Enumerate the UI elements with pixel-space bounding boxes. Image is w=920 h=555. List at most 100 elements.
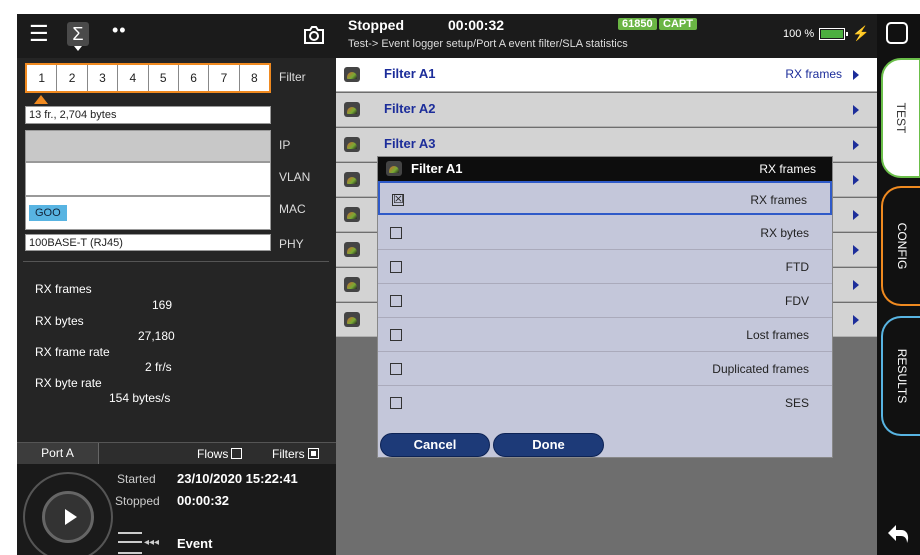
filter-tab-2[interactable]: 2: [57, 65, 88, 91]
breadcrumb: Test-> Event logger setup/Port A event f…: [348, 38, 628, 50]
tab-test[interactable]: TEST: [881, 58, 920, 178]
filter-value: RX frames: [785, 67, 842, 81]
filter-name: Filter A3: [384, 136, 436, 151]
flows-label: Flows: [197, 447, 229, 461]
option-label: Lost frames: [746, 328, 809, 342]
rx-frame-rate-value: 2 fr/s: [145, 360, 172, 374]
filter-tab-1[interactable]: 1: [27, 65, 58, 91]
more-icon[interactable]: ••: [112, 20, 127, 41]
chevron-right-icon: [853, 175, 859, 185]
elapsed-timer: 00:00:32: [448, 17, 505, 33]
option-fdv[interactable]: FDV: [378, 284, 832, 318]
mac-layer-box[interactable]: GOO: [25, 196, 271, 230]
option-ftd[interactable]: FTD: [378, 250, 832, 284]
stopped-value: 00:00:32: [177, 493, 230, 508]
option-label: SES: [784, 396, 809, 410]
checkbox[interactable]: [390, 227, 402, 239]
gauge-icon: [344, 67, 360, 82]
vlan-layer-box[interactable]: [25, 162, 271, 196]
gauge-icon: [344, 137, 360, 152]
rewind-icon: ◂◂◂: [144, 537, 160, 548]
camera-icon[interactable]: [301, 22, 327, 48]
filters-checkbox[interactable]: Filters: [272, 447, 319, 461]
ip-label: IP: [279, 138, 291, 152]
filter-name: Filter A2: [384, 101, 436, 116]
right-rail: TEST CONFIG RESULTS: [877, 14, 920, 555]
stopped-label: Stopped: [115, 494, 160, 508]
goo-tag: GOO: [29, 205, 67, 221]
tab-results[interactable]: RESULTS: [881, 316, 920, 436]
dialog-title: Filter A1: [411, 161, 463, 176]
checkbox[interactable]: [390, 295, 402, 307]
battery-percent: 100 %: [783, 28, 815, 40]
filter-tab-8[interactable]: 8: [240, 65, 269, 91]
window-icon[interactable]: [886, 22, 908, 44]
flows-box: [231, 448, 243, 459]
filter-label: Filter: [279, 70, 306, 84]
checkbox-checked[interactable]: ☒: [392, 193, 404, 206]
filter-select-dialog: Filter A1 RX frames ☒ RX frames RX bytes…: [377, 156, 833, 458]
filter-tab-3[interactable]: 3: [88, 65, 119, 91]
ip-layer-box[interactable]: [25, 130, 271, 162]
option-rx-frames[interactable]: ☒ RX frames: [378, 181, 832, 215]
filter-row-a2[interactable]: Filter A2: [336, 93, 877, 127]
phy-value: 100BASE-T (RJ45): [25, 234, 271, 251]
option-label: FTD: [785, 260, 809, 274]
capture-badge: CAPT: [659, 18, 697, 30]
gauge-icon: [386, 161, 402, 176]
filters-label: Filters: [272, 447, 305, 461]
chevron-right-icon: [853, 105, 859, 115]
option-rx-bytes[interactable]: RX bytes: [378, 216, 832, 250]
status-text: Stopped: [348, 17, 404, 33]
option-label: RX frames: [750, 193, 807, 207]
rx-frame-rate-label: RX frame rate: [35, 345, 110, 359]
chevron-right-icon: [853, 245, 859, 255]
tab-port-a[interactable]: Port A: [17, 443, 99, 465]
frames-summary: 13 fr., 2,704 bytes: [25, 106, 271, 124]
cancel-button[interactable]: Cancel: [380, 433, 490, 457]
filters-box: [307, 448, 319, 459]
done-button[interactable]: Done: [493, 433, 604, 457]
flows-checkbox[interactable]: Flows: [197, 447, 243, 461]
charging-icon: ⚡: [852, 25, 870, 41]
main-panel: Stopped 00:00:32 61850 CAPT Test-> Event…: [336, 14, 877, 555]
filter-tab-7[interactable]: 7: [209, 65, 240, 91]
checkbox[interactable]: [390, 363, 402, 375]
filter-tab-6[interactable]: 6: [179, 65, 210, 91]
mac-label: MAC: [279, 202, 306, 216]
device-screen: ☰ Σ •• 1 2 3 4 5 6 7 8 Filter 13 fr., 2,…: [17, 14, 920, 555]
chevron-right-icon: [853, 70, 859, 80]
checkbox[interactable]: [390, 261, 402, 273]
checkbox[interactable]: [390, 397, 402, 409]
tab-test-label: TEST: [894, 102, 908, 134]
option-duplicated-frames[interactable]: Duplicated frames: [378, 352, 832, 386]
filter-tabs: 1 2 3 4 5 6 7 8: [25, 63, 271, 93]
left-toolbar: ☰ Σ ••: [17, 14, 336, 58]
filter-tab-4[interactable]: 4: [118, 65, 149, 91]
gauge-icon: [344, 172, 360, 187]
filter-name: Filter A1: [384, 66, 436, 81]
checkbox[interactable]: [390, 329, 402, 341]
rx-frames-value: 169: [152, 298, 173, 312]
gauge-icon: [344, 312, 360, 327]
selected-tab-marker: [34, 95, 48, 104]
rx-byte-rate-label: RX byte rate: [35, 376, 102, 390]
rx-bytes-value: 27,180: [138, 329, 175, 343]
phy-label: PHY: [279, 237, 304, 251]
event-log-icon: [118, 532, 142, 554]
hamburger-icon[interactable]: ☰: [29, 21, 49, 47]
rx-byte-rate-value: 154 bytes/s: [109, 391, 171, 405]
chevron-right-icon: [853, 210, 859, 220]
tab-config[interactable]: CONFIG: [881, 186, 920, 306]
chevron-right-icon: [853, 315, 859, 325]
filter-row-a1[interactable]: Filter A1 RX frames: [336, 58, 877, 92]
caret-down-icon: [74, 46, 82, 51]
option-label: Duplicated frames: [712, 362, 809, 376]
option-lost-frames[interactable]: Lost frames: [378, 318, 832, 352]
sigma-icon[interactable]: Σ: [67, 22, 89, 46]
back-arrow-icon[interactable]: [885, 519, 913, 547]
option-ses[interactable]: SES: [378, 386, 832, 420]
filter-tab-5[interactable]: 5: [149, 65, 179, 91]
event-label[interactable]: Event: [177, 536, 212, 551]
play-button[interactable]: [42, 491, 94, 543]
